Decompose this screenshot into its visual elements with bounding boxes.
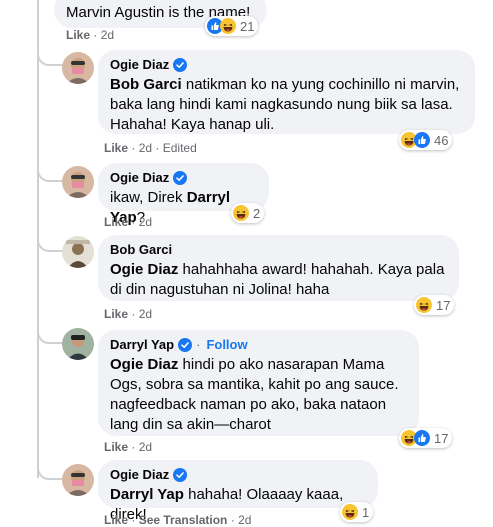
avatar[interactable] — [62, 52, 94, 84]
reaction-summary[interactable]: 17 — [414, 295, 455, 315]
reaction-summary[interactable]: 1 — [340, 502, 374, 522]
edited-label[interactable]: Edited — [163, 141, 197, 155]
reply-branch — [37, 322, 63, 344]
verified-badge-icon — [178, 338, 193, 352]
haha-reaction-icon — [233, 205, 249, 221]
comment-bubble: Darryl Yap · Follow Ogie Diaz hindi po ako… — [98, 330, 419, 436]
like-button[interactable]: Like — [104, 440, 128, 454]
reaction-count: 1 — [362, 504, 370, 520]
haha-reaction-icon — [342, 504, 358, 520]
like-button[interactable]: Like — [104, 141, 128, 155]
like-button[interactable]: Like — [66, 28, 90, 42]
mention-link[interactable]: Darryl Yap — [110, 486, 184, 503]
comment-bubble: Ogie Diaz Bob Garci natikman ko na yung … — [98, 50, 475, 134]
reaction-summary[interactable]: 46 — [399, 130, 453, 150]
verified-badge-icon — [173, 468, 188, 482]
timestamp[interactable]: 2d — [139, 307, 152, 321]
reaction-summary[interactable]: 2 — [231, 203, 265, 223]
comment-author[interactable]: Ogie Diaz — [110, 170, 169, 186]
comment-actions: Like · 2d — [66, 28, 115, 42]
mention-link[interactable]: Ogie Diaz — [110, 356, 178, 373]
avatar[interactable] — [62, 464, 94, 496]
like-button[interactable]: Like — [104, 215, 128, 229]
reaction-count: 17 — [434, 430, 449, 446]
mention-link[interactable]: Bob Garci — [110, 76, 182, 93]
comment-bubble: Ogie Diaz Darryl Yap hahaha! Olaaaay kaa… — [98, 460, 378, 523]
follow-button[interactable]: Follow — [206, 337, 247, 353]
haha-reaction-icon — [416, 297, 432, 313]
verified-badge-icon — [173, 171, 188, 185]
timestamp[interactable]: 2d — [139, 141, 152, 155]
like-button[interactable]: Like — [104, 307, 128, 321]
reaction-count: 17 — [436, 297, 451, 313]
timestamp[interactable]: 2d — [139, 215, 152, 229]
reply-branch — [37, 458, 63, 480]
reaction-count: 46 — [434, 132, 449, 148]
avatar[interactable] — [62, 236, 94, 268]
reaction-summary[interactable]: 17 — [399, 428, 453, 448]
like-reaction-icon — [414, 132, 430, 148]
comment-author[interactable]: Bob Garci — [110, 242, 172, 258]
comment-actions: Like · 2d — [104, 440, 153, 454]
timestamp[interactable]: 2d — [101, 28, 114, 42]
reaction-summary[interactable]: 21 — [205, 16, 259, 36]
reaction-count: 2 — [253, 205, 261, 221]
reply-branch — [37, 44, 63, 66]
comment-actions: Like · 2d · Edited — [104, 141, 197, 155]
reply-branch — [37, 230, 63, 252]
haha-reaction-icon — [220, 18, 236, 34]
reaction-count: 21 — [240, 18, 255, 34]
reply-branch — [37, 160, 63, 182]
comment-actions: Like · 2d — [104, 307, 153, 321]
like-reaction-icon — [414, 430, 430, 446]
comment-author[interactable]: Ogie Diaz — [110, 57, 169, 73]
verified-badge-icon — [173, 58, 188, 72]
comment-bubble: Bob Garci Ogie Diaz hahahhaha award! hah… — [98, 235, 459, 301]
comment-author[interactable]: Ogie Diaz — [110, 467, 169, 483]
mention-link[interactable]: Ogie Diaz — [110, 261, 178, 278]
timestamp[interactable]: 2d — [139, 440, 152, 454]
avatar[interactable] — [62, 328, 94, 360]
avatar[interactable] — [62, 166, 94, 198]
comment-actions: Like · 2d — [104, 215, 153, 229]
comment-author[interactable]: Darryl Yap — [110, 337, 174, 353]
